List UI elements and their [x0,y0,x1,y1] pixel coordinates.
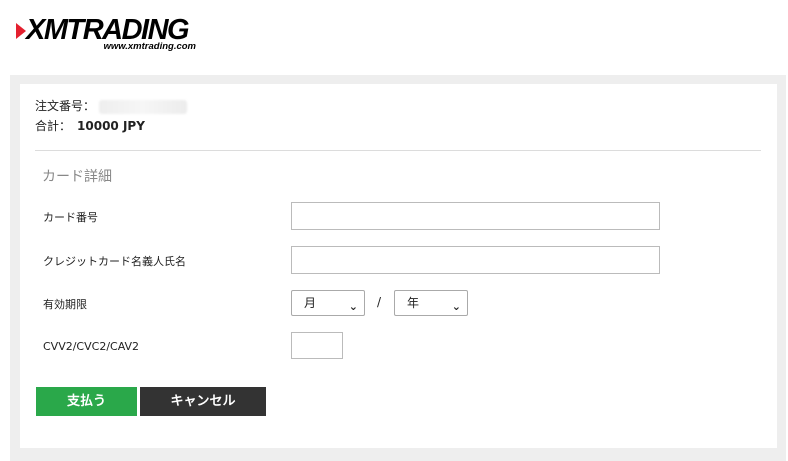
order-number-row: 注文番号： [35,98,188,114]
chevron-down-icon: ⌄ [451,300,461,313]
chevron-down-icon: ⌄ [348,300,358,313]
order-total-label: 合計： [35,119,72,133]
card-number-input[interactable] [291,202,660,230]
expiry-separator: / [377,295,382,309]
cardholder-name-label: クレジットカード名義人氏名 [43,255,186,268]
order-total-row: 合計： 10000 JPY [35,118,145,134]
expiry-month-select[interactable]: 月 ⌄ [291,290,365,316]
card-number-label: カード番号 [43,211,98,224]
cancel-button[interactable]: キャンセル [140,387,266,416]
cvv-input[interactable] [291,332,343,359]
cardholder-name-input[interactable] [291,246,660,274]
order-number-label: 注文番号： [35,99,96,113]
expiry-month-value: 月 [304,296,317,310]
logo-url: www.xmtrading.com [103,41,196,52]
cvv-label: CVV2/CVC2/CAV2 [43,340,140,353]
pay-button[interactable]: 支払う [36,387,137,416]
card-details-title: カード詳細 [42,169,112,185]
divider [35,150,761,151]
expiry-year-value: 年 [407,296,420,310]
expiry-label: 有効期限 [43,298,87,311]
order-number-redacted [99,99,188,114]
order-total-value: 10000 JPY [77,119,145,133]
logo-mark-icon [16,23,26,39]
xm-logo: XMTRADING www.xmtrading.com [14,14,204,56]
expiry-year-select[interactable]: 年 ⌄ [394,290,468,316]
header: XMTRADING www.xmtrading.com [0,0,788,73]
